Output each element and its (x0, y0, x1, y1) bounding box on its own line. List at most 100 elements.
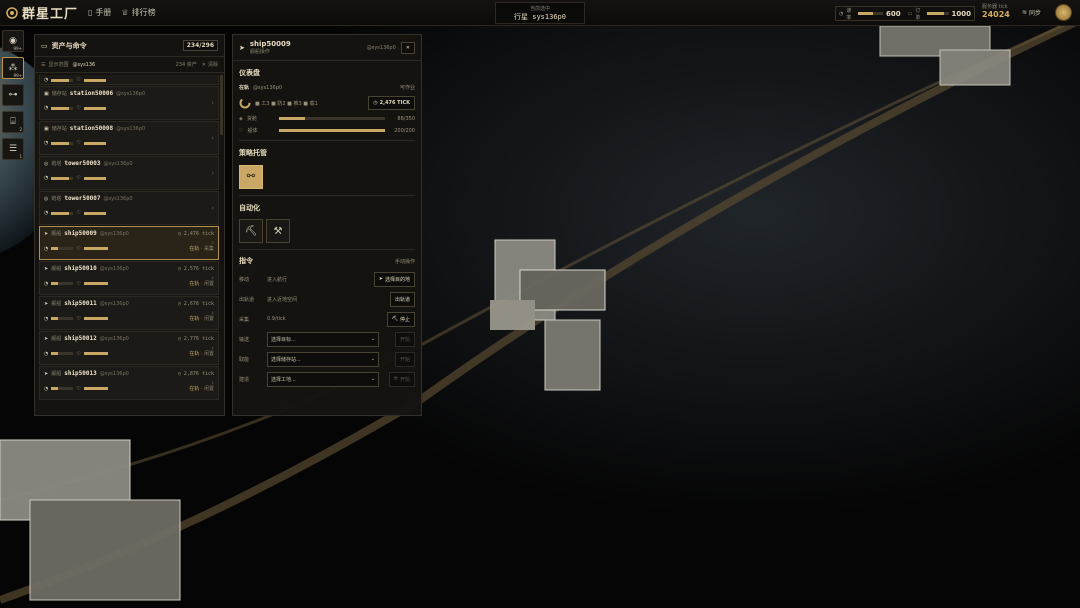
asset-name: ship50011 (64, 300, 97, 307)
dashboard-section: 仪表盘 在轨 @sys136p0 可作业 ■ 工3 ■ 防2 ■ 推3 ■ 载1 ◷ 2… (233, 68, 421, 387)
heart-icon: ♡ (76, 350, 81, 357)
start-button[interactable]: ⚒ 开始 (388, 371, 415, 387)
hull-bar (279, 129, 386, 132)
location-sub: 当前选中 (529, 6, 550, 12)
asset-list-item[interactable]: ▣ 储存站 station50006 @sys136p0 ◔ ♡ › (39, 86, 219, 120)
mine-automation-button[interactable]: ⛏ (239, 219, 263, 243)
asset-bar (83, 247, 108, 250)
asset-list-item[interactable]: ➤ 舰船 ship50011 @sys136p0 ◷ 2,676 tick ◔ ♡ 在轨 · … (39, 296, 219, 330)
asset-name: tower50003 (64, 160, 101, 167)
cluster-button[interactable]: ⁂ 99+ (2, 57, 24, 79)
storage-icon: ▣ (44, 125, 49, 132)
chevron-right-icon: › (211, 309, 214, 317)
command-select[interactable]: 选择储存站... ⌄ (267, 351, 379, 367)
sync-button[interactable]: ≋ 同步 (1022, 8, 1041, 17)
command-key: 输送 (239, 336, 250, 343)
filter-count: 234 资产 (175, 62, 197, 68)
clear-icon[interactable]: ✕ (202, 62, 206, 68)
asset-category: 储存站 (51, 91, 67, 97)
trophy-icon: ♕ (121, 8, 129, 17)
clear-filter-button[interactable]: 清除 (208, 61, 218, 68)
clock-icon: ◷ (373, 100, 378, 106)
chevron-right-icon: › (211, 169, 214, 177)
location-value: 行星 sys136p0 (514, 13, 566, 21)
asset-owner: @sys136p0 (116, 125, 146, 132)
gauge-icon: ◔ (44, 140, 49, 146)
asset-bar (51, 247, 74, 250)
command-row: 移动 进入航行 ➤ 选择目的地 (239, 271, 415, 287)
tick-value: 2,476 TICK (379, 100, 410, 106)
server-tick-value: 24024 (982, 10, 1010, 19)
command-row: 取能 选择储存站... ⌄ 开始 (239, 351, 415, 367)
asset-bar (51, 387, 74, 390)
asset-category: 炮塔 (51, 161, 62, 167)
heart-icon: ♡ (76, 140, 81, 146)
heart-icon: ♡ (76, 77, 81, 83)
asset-scrollbar[interactable] (220, 75, 223, 135)
assets-panel: ▭ 资产与命令 234/296 ☰ 显示范围 @sys136 234 资产 ✕ 清除 ◔ ♡ ▣ 储… (34, 34, 225, 416)
asset-bar (51, 106, 74, 110)
leaderboard-button[interactable]: ♕ 排行榜 (121, 7, 155, 18)
terminal-button[interactable]: ⌸ 2 (2, 111, 24, 133)
asset-name: ship50013 (64, 370, 97, 377)
asset-name: ship50009 (64, 230, 97, 237)
command-key: 移动 (239, 276, 250, 283)
chevron-down-icon: ⌄ (370, 355, 375, 362)
gauge-icon: ◔ (44, 210, 49, 216)
command-select[interactable]: 选择目标... ⌄ (267, 331, 379, 347)
module-ring-icon: ◔ (44, 245, 49, 252)
manual-button[interactable]: ▯ 手册 (88, 7, 111, 18)
asset-list-item[interactable]: ➤ 舰船 ship50010 @sys136p0 ◷ 2,576 tick ◔ ♡ 在轨 · … (39, 261, 219, 295)
task-button[interactable]: ☰ 1 (2, 138, 24, 160)
asset-list-item[interactable]: ▣ 储存站 station50008 @sys136p0 ◔ ♡ › (39, 121, 219, 155)
assets-filter[interactable]: ☰ 显示范围 @sys136 234 资产 ✕ 清除 (35, 57, 224, 73)
radar-badge: 99+ (13, 46, 22, 51)
command-button[interactable]: 出轨道 (389, 291, 415, 307)
avatar[interactable] (1055, 4, 1072, 21)
start-button[interactable]: 开始 (394, 331, 415, 347)
terminal-icon: ⌸ (10, 117, 16, 127)
command-row: 输送 选择目标... ⌄ 开始 (239, 331, 415, 347)
send-icon: ➤ (378, 276, 383, 282)
asset-list-item[interactable]: ◎ 炮塔 tower50003 @sys136p0 ◔ ♡ › (39, 156, 219, 190)
turret-icon: ◎ (44, 160, 49, 167)
module-ring-icon: ◔ (44, 315, 49, 322)
ship-icon: ➤ (44, 335, 49, 342)
asset-name: station50008 (69, 125, 114, 132)
asset-bar (51, 141, 74, 145)
route-button[interactable]: ⊶ (2, 84, 24, 106)
heart-icon: ♡ (76, 315, 81, 322)
command-button[interactable]: ⛏ 停止 (386, 311, 415, 327)
assets-title: 资产与命令 (51, 41, 87, 50)
asset-list-item[interactable]: ◔ ♡ (39, 75, 219, 85)
asset-tick: ◷ 2,476 tick (177, 230, 214, 237)
close-button[interactable]: ✕ (400, 41, 415, 54)
space-viewport[interactable]: 群星工厂 ▯ 手册 ♕ 排行榜 当前选中 行星 sys136p0 ◔ 速率 600 ▭ 订… (0, 0, 1080, 608)
start-button[interactable]: 开始 (394, 351, 415, 367)
hull-value: 200/200 (394, 127, 415, 134)
ship-icon: ➤ (44, 370, 49, 377)
command-button[interactable]: ➤ 选择目的地 (373, 271, 415, 287)
server-tick: 服务器 tick 24024 (982, 3, 1017, 19)
asset-list-item[interactable]: ➤ 舰船 ship50009 @sys136p0 ◷ 2,476 tick ◔ ♡ 在轨 · … (39, 226, 219, 260)
asset-list-item[interactable]: ◎ 炮塔 tower50007 @sys136p0 ◔ ♡ › (39, 191, 219, 225)
policy-toggle[interactable]: ⚯ (239, 164, 263, 189)
command-key: 出轨道 (239, 296, 255, 303)
build-automation-button[interactable]: ⚒ (266, 219, 290, 243)
asset-list-item[interactable]: ➤ 舰船 ship50012 @sys136p0 ◷ 2,776 tick ◔ ♡ 在轨 · … (39, 331, 219, 365)
heart-icon: ♡ (76, 175, 81, 181)
task-badge: 1 (19, 154, 22, 159)
cargo-bar (278, 117, 385, 120)
module-ring-icon (239, 97, 251, 109)
command-select[interactable]: 选择工地... ⌄ (267, 371, 379, 387)
asset-name: tower50007 (64, 195, 101, 202)
asset-category: 舰船 (51, 231, 62, 237)
filter-label: 显示范围 (48, 62, 69, 68)
ship-icon: ➤ (44, 300, 49, 307)
asset-bar (83, 282, 108, 285)
command-row: 采集 0.9/tick ⛏ 停止 (239, 311, 415, 327)
asset-list-item[interactable]: ➤ 舰船 ship50013 @sys136p0 ◷ 2,876 tick ◔ ♡ 在轨 · … (39, 366, 219, 400)
command-key: 采集 (239, 316, 250, 323)
radar-button[interactable]: ◉ 99+ (2, 30, 24, 52)
chevron-right-icon: › (211, 274, 214, 282)
